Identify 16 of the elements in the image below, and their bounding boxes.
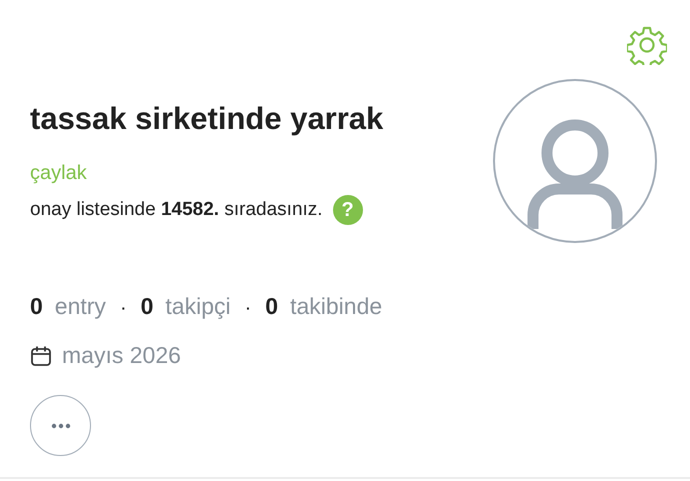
- more-icon: [50, 422, 70, 428]
- stat-count: 0: [265, 293, 278, 320]
- stat-label[interactable]: takipçi: [165, 293, 231, 320]
- join-date: mayıs 2026: [62, 342, 181, 369]
- queue-text: onay listesinde 14582. sıradasınız.: [30, 199, 323, 221]
- stat-label[interactable]: entry: [54, 293, 106, 320]
- username: tassak sirketinde yarrak: [30, 101, 384, 137]
- calendar-icon: [30, 344, 52, 366]
- separator: ·: [120, 297, 127, 320]
- help-icon[interactable]: ?: [332, 195, 363, 225]
- rank-label: çaylak: [30, 162, 88, 185]
- settings-icon[interactable]: [627, 25, 667, 65]
- stat-count: 0: [140, 293, 154, 320]
- separator: ·: [244, 297, 252, 320]
- stat-label[interactable]: takibinde: [290, 293, 382, 320]
- stat-count: 0: [30, 293, 43, 320]
